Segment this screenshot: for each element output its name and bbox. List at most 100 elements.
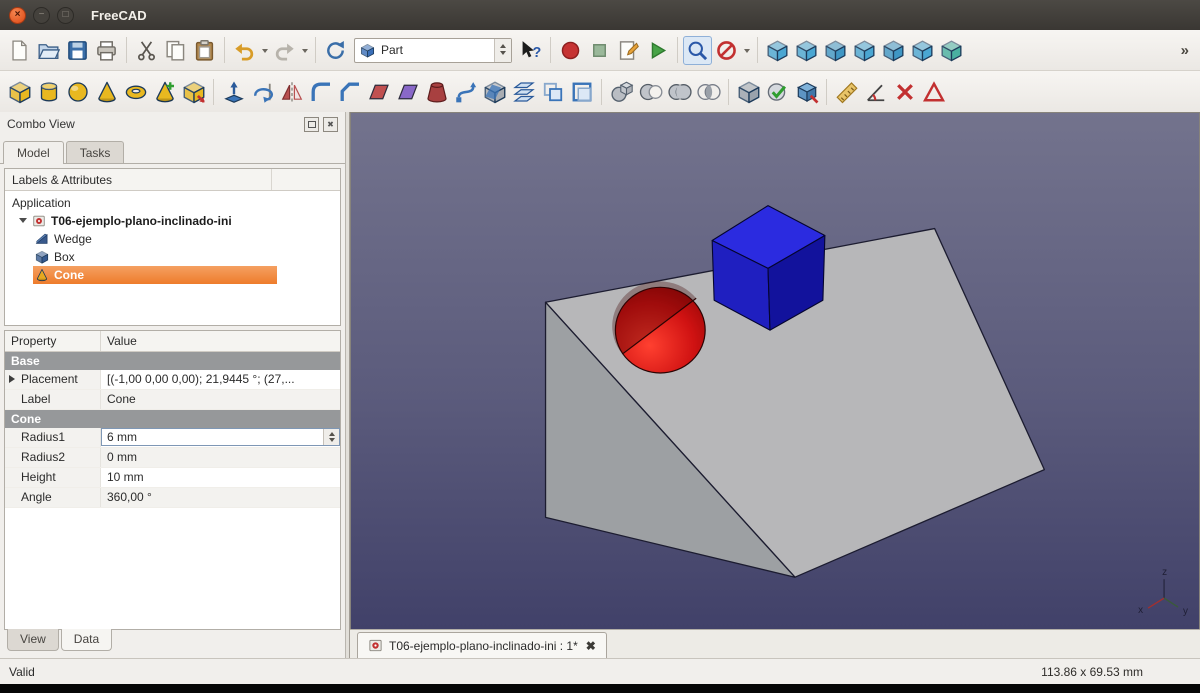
cone-button[interactable] xyxy=(92,77,121,106)
revolve-button[interactable] xyxy=(248,77,277,106)
ruled-surface-button[interactable] xyxy=(393,77,422,106)
box-button[interactable] xyxy=(5,77,34,106)
box-icon xyxy=(35,250,49,264)
property-group-base[interactable]: Base xyxy=(5,352,340,370)
tree-item-document[interactable]: T06-ejemplo-plano-inclinado-ini xyxy=(5,212,340,230)
open-button[interactable] xyxy=(34,36,63,65)
redo-dropdown[interactable] xyxy=(299,36,310,65)
macro-execute-button[interactable] xyxy=(643,36,672,65)
cross-sections-button[interactable] xyxy=(509,77,538,106)
fillet-button[interactable] xyxy=(306,77,335,106)
check-geometry-button[interactable] xyxy=(763,77,792,106)
new-document-button[interactable] xyxy=(5,36,34,65)
measure-linear-button[interactable] xyxy=(832,77,861,106)
boolean-intersection-button[interactable] xyxy=(694,77,723,106)
tab-view[interactable]: View xyxy=(7,629,59,651)
torus-button[interactable] xyxy=(121,77,150,106)
property-group-cone[interactable]: Cone xyxy=(5,410,340,428)
window-close-button[interactable]: × xyxy=(9,7,26,24)
expander-icon[interactable] xyxy=(19,218,27,227)
create-primitives-button[interactable] xyxy=(150,77,179,106)
compound-button[interactable] xyxy=(734,77,763,106)
offset-3d-button[interactable] xyxy=(538,77,567,106)
redo-button[interactable] xyxy=(270,36,299,65)
boolean-cut-button[interactable] xyxy=(636,77,665,106)
property-value[interactable]: 0 mm xyxy=(101,448,340,467)
toggle-delta-button[interactable] xyxy=(919,77,948,106)
draw-style-button[interactable] xyxy=(712,36,741,65)
view-isometric-button[interactable] xyxy=(792,36,821,65)
spin-up-icon[interactable] xyxy=(329,429,335,436)
tree-body: Application T06-ejemplo-plano-inclinado-… xyxy=(5,191,340,325)
tree-item-cone[interactable]: Cone xyxy=(5,266,340,284)
whats-this-button[interactable] xyxy=(516,36,545,65)
measure-angular-button[interactable] xyxy=(861,77,890,106)
loft-button[interactable] xyxy=(422,77,451,106)
macro-edit-button[interactable] xyxy=(614,36,643,65)
spinbox-arrows[interactable] xyxy=(323,429,339,445)
clear-measurement-button[interactable] xyxy=(890,77,919,106)
window-maximize-button[interactable]: □ xyxy=(57,7,74,24)
window-minimize-button[interactable]: − xyxy=(33,7,50,24)
extrude-button[interactable] xyxy=(219,77,248,106)
view-fit-all-button[interactable] xyxy=(763,36,792,65)
defeaturing-button[interactable] xyxy=(792,77,821,106)
dock-float-button[interactable] xyxy=(304,117,319,132)
copy-button[interactable] xyxy=(161,36,190,65)
print-button[interactable] xyxy=(92,36,121,65)
property-row-radius1[interactable]: Radius1 6 mm xyxy=(5,428,340,448)
tab-tasks[interactable]: Tasks xyxy=(66,141,125,163)
undo-button[interactable] xyxy=(230,36,259,65)
view-top-button[interactable] xyxy=(850,36,879,65)
thickness-button[interactable] xyxy=(567,77,596,106)
paste-button[interactable] xyxy=(190,36,219,65)
sphere-button[interactable] xyxy=(63,77,92,106)
view-bottom-button[interactable] xyxy=(937,36,966,65)
property-value[interactable]: Cone xyxy=(101,390,340,409)
property-row-height[interactable]: Height 10 mm xyxy=(5,468,340,488)
make-face-button[interactable] xyxy=(364,77,393,106)
tree-item-wedge[interactable]: Wedge xyxy=(5,230,340,248)
cut-button[interactable] xyxy=(132,36,161,65)
workbench-spinner[interactable] xyxy=(494,39,511,62)
radius1-value[interactable]: 6 mm xyxy=(102,430,323,444)
cylinder-button[interactable] xyxy=(34,77,63,106)
property-value[interactable]: 360,00 ° xyxy=(101,488,340,507)
property-row-angle[interactable]: Angle 360,00 ° xyxy=(5,488,340,508)
tab-model[interactable]: Model xyxy=(3,141,64,164)
view-right-button[interactable] xyxy=(879,36,908,65)
box-zoom-button[interactable] xyxy=(683,36,712,65)
property-row-placement[interactable]: Placement [(-1,00 0,00 0,00); 21,9445 °;… xyxy=(5,370,340,390)
boolean-button[interactable] xyxy=(607,77,636,106)
section-button[interactable] xyxy=(480,77,509,106)
tab-data[interactable]: Data xyxy=(61,629,112,651)
boolean-union-button[interactable] xyxy=(665,77,694,106)
property-value[interactable]: 10 mm xyxy=(101,468,340,487)
draw-style-dropdown[interactable] xyxy=(741,36,752,65)
view-front-button[interactable] xyxy=(821,36,850,65)
chamfer-button[interactable] xyxy=(335,77,364,106)
tree-item-application[interactable]: Application xyxy=(5,194,340,212)
view-rear-button[interactable] xyxy=(908,36,937,65)
document-tab-close-icon[interactable]: ✖ xyxy=(586,639,596,653)
property-row-label[interactable]: Label Cone xyxy=(5,390,340,410)
mirror-button[interactable] xyxy=(277,77,306,106)
property-value[interactable]: [(-1,00 0,00 0,00); 21,9445 °; (27,... xyxy=(101,370,340,389)
dock-close-button[interactable]: ✖ xyxy=(323,117,338,132)
document-tab[interactable]: T06-ejemplo-plano-inclinado-ini : 1* ✖ xyxy=(357,632,607,658)
spin-down-icon[interactable] xyxy=(329,438,335,445)
tree-item-box[interactable]: Box xyxy=(5,248,340,266)
workbench-selector[interactable]: Part xyxy=(354,38,512,63)
macro-stop-button[interactable] xyxy=(585,36,614,65)
expand-icon[interactable] xyxy=(9,375,19,383)
undo-dropdown[interactable] xyxy=(259,36,270,65)
toolbar-overflow-button[interactable]: » xyxy=(1175,42,1195,59)
sweep-button[interactable] xyxy=(451,77,480,106)
save-button[interactable] xyxy=(63,36,92,65)
radius1-spinbox[interactable]: 6 mm xyxy=(101,428,340,446)
shape-builder-button[interactable] xyxy=(179,77,208,106)
3d-view[interactable]: z x y xyxy=(350,112,1200,629)
property-row-radius2[interactable]: Radius2 0 mm xyxy=(5,448,340,468)
macro-record-button[interactable] xyxy=(556,36,585,65)
refresh-button[interactable] xyxy=(321,36,350,65)
